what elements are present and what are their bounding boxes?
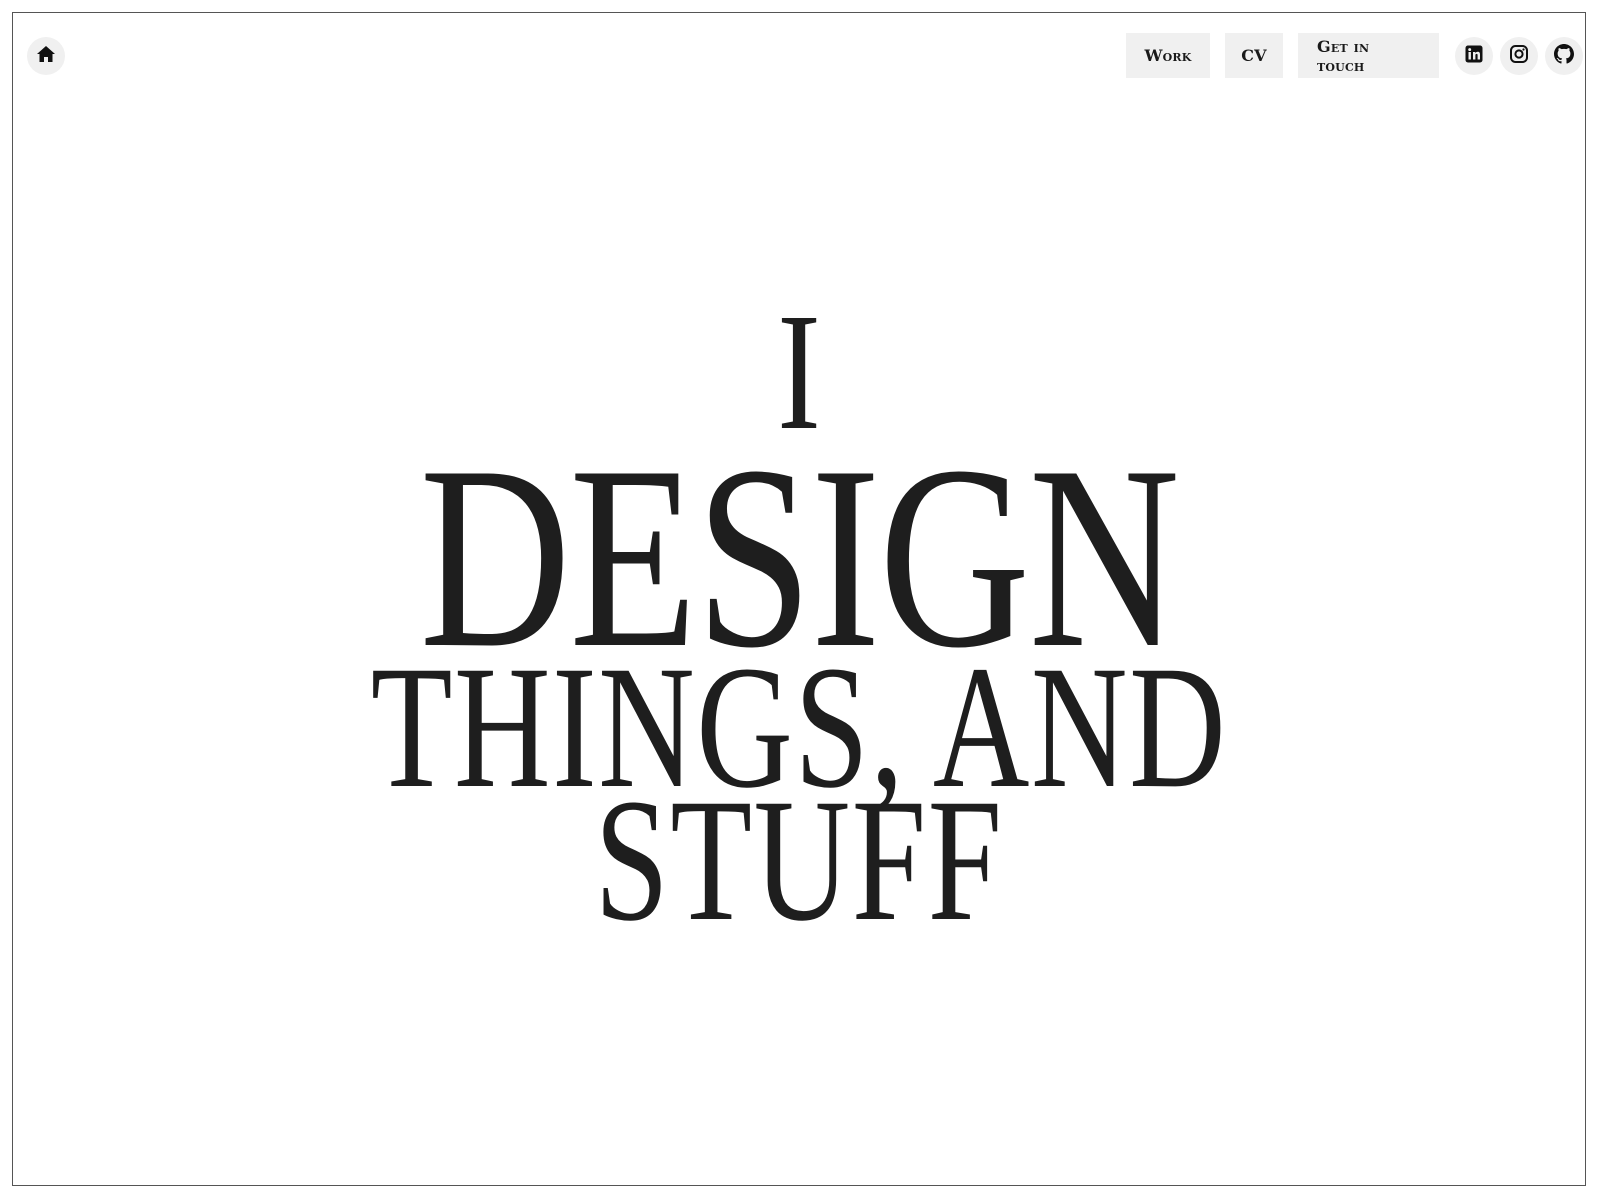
- home-button[interactable]: [27, 37, 65, 75]
- nav-get-in-touch-button[interactable]: Get in touch: [1298, 33, 1439, 78]
- github-button[interactable]: [1545, 37, 1583, 75]
- nav-work-button[interactable]: Work: [1126, 33, 1210, 78]
- hero-line-4: STUFF: [594, 763, 1004, 958]
- home-icon: [36, 45, 56, 68]
- linkedin-icon: [1465, 45, 1483, 68]
- nav-get-in-touch-label: Get in touch: [1317, 36, 1370, 75]
- instagram-icon: [1510, 44, 1528, 68]
- linkedin-button[interactable]: [1455, 37, 1493, 75]
- nav-work-label: Work: [1144, 46, 1192, 65]
- nav-cv-button[interactable]: CV: [1225, 33, 1283, 78]
- nav-cv-label: CV: [1241, 46, 1267, 65]
- github-icon: [1554, 43, 1574, 69]
- instagram-button[interactable]: [1500, 37, 1538, 75]
